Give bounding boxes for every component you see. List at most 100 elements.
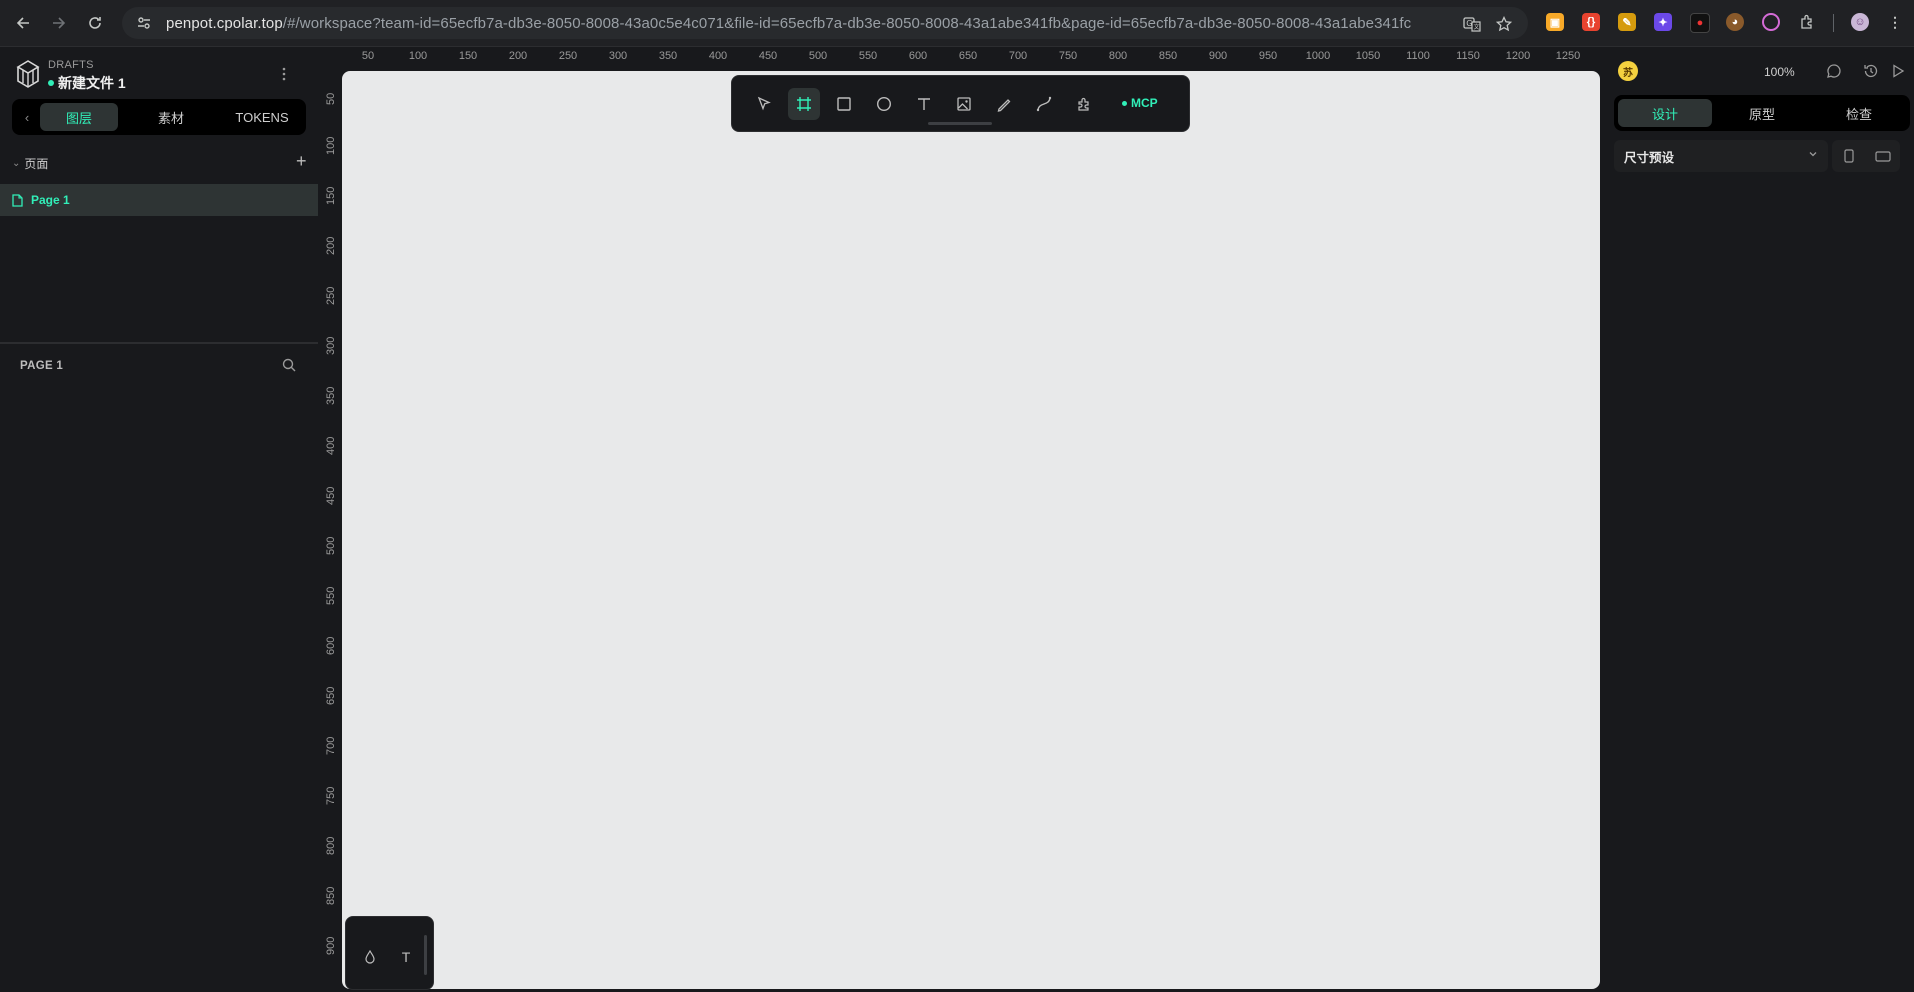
image-tool-icon[interactable] [948,88,980,120]
address-bar[interactable]: penpot.cpolar.top/#/workspace?team-id=65… [122,7,1528,39]
file-name-text: 新建文件 1 [58,75,126,91]
bookmark-star-icon[interactable] [1492,13,1516,35]
document-icon [12,193,23,207]
tab-layers[interactable]: 图层 [40,103,118,131]
design-canvas[interactable] [342,71,1600,989]
tab-design[interactable]: 设计 [1618,99,1712,127]
ruler-tick-label: 900 [325,936,337,955]
collapse-sidebar-icon[interactable]: ‹ [18,107,36,127]
landscape-icon[interactable] [1868,146,1898,166]
ruler-tick-label: 450 [325,486,337,505]
ruler-tick-label: 450 [758,50,778,62]
move-tool-icon[interactable] [748,88,780,120]
translate-icon[interactable]: G文 [1460,13,1484,35]
ruler-tick-label: 400 [708,50,728,62]
layers-section-title: PAGE 1 [20,360,64,372]
search-icon[interactable] [282,358,296,372]
play-icon[interactable] [1888,61,1908,81]
color-palette-icon[interactable] [360,947,380,967]
page-item-label: Page 1 [31,193,70,207]
ruler-tick-label: 750 [1058,50,1078,62]
chevron-down-icon: ⌄ [12,158,21,169]
ruler-tick-label: 200 [325,236,337,255]
history-icon[interactable] [1861,61,1881,81]
rectangle-tool-icon[interactable] [828,88,860,120]
extension-dot-icon[interactable]: ● [1690,13,1710,33]
ruler-tick-label: 150 [458,50,478,62]
ruler-tick-label: 600 [325,636,337,655]
ruler-tick-label: 650 [325,686,337,705]
pages-header-label: 页面 [24,157,49,171]
ruler-tick-label: 300 [325,336,337,355]
ruler-tick-label: 800 [1108,50,1128,62]
zoom-level[interactable]: 100% [1764,65,1795,79]
ruler-tick-label: 950 [1258,50,1278,62]
palette-scrollbar[interactable] [424,935,427,975]
extension-code-icon[interactable]: {} [1582,13,1600,31]
board-tool-icon[interactable] [788,88,820,120]
mcp-status[interactable]: MCP [1122,96,1158,110]
ruler-tick-label: 100 [325,136,337,155]
back-icon[interactable] [8,8,38,38]
path-tool-icon[interactable] [1028,88,1060,120]
browser-menu-icon[interactable]: ⋮ [1886,13,1904,31]
ruler-tick-label: 1050 [1355,50,1381,62]
ruler-tick-label: 200 [508,50,528,62]
ruler-tick-label: 500 [325,536,337,555]
mcp-dot [1122,100,1127,106]
ruler-tick-label: 900 [1208,50,1228,62]
ruler-tick-label: 250 [325,286,337,305]
ruler-tick-label: 300 [608,50,628,62]
ruler-tick-label: 800 [325,836,337,855]
ruler-tick-label: 250 [558,50,578,62]
extension-tool-icon[interactable]: ✎ [1618,13,1636,31]
ruler-tick-label: 1100 [1406,50,1430,62]
extension-folder-icon[interactable]: ▣ [1546,13,1564,31]
ruler-tick-label: 1200 [1505,50,1531,62]
portrait-icon[interactable] [1834,146,1864,166]
ruler-tick-label: 600 [908,50,928,62]
comments-icon[interactable] [1824,61,1844,81]
ruler-tick-label: 850 [1158,50,1178,62]
text-palette-toolbar: T [345,916,434,990]
toolbar-drag-handle[interactable] [928,122,992,125]
extensions-icon[interactable] [1798,13,1816,31]
tools-toolbar: MCP [731,75,1190,132]
plugins-icon[interactable] [1068,88,1100,120]
file-menu-icon[interactable] [282,67,286,81]
ruler-tick-label: 700 [325,736,337,755]
tab-tokens[interactable]: TOKENS [222,103,302,131]
pages-toggle[interactable]: ⌄ 页面 [12,155,48,172]
extension-ring-icon[interactable] [1762,13,1780,31]
ruler-tick-label: 400 [325,436,337,455]
forward-icon[interactable] [44,8,74,38]
right-sidebar: 苏 100% 设计 原型 检查 尺寸预设 [1602,47,1914,992]
site-info-icon[interactable] [130,15,158,31]
horizontal-ruler: 50 100 150 200 250 300 350 400 450 500 550 600 650 70… [318,47,1602,68]
size-preset-label: 尺寸预设 [1624,150,1675,165]
ruler-tick-label: 750 [325,786,337,805]
url-path: /#/workspace?team-id=65ecfb7a-db3e-8050-… [282,14,1412,32]
size-preset-select[interactable]: 尺寸预设 [1614,140,1828,172]
penpot-logo-icon[interactable] [14,57,42,89]
tab-assets[interactable]: 素材 [132,103,210,131]
url-text[interactable]: penpot.cpolar.top/#/workspace?team-id=65… [166,15,1411,32]
ellipse-tool-icon[interactable] [868,88,900,120]
reload-icon[interactable] [80,8,110,38]
page-list-item[interactable]: Page 1 [0,184,318,216]
user-avatar[interactable]: 苏 [1618,61,1638,81]
add-page-button[interactable]: + [296,151,307,172]
text-tool-icon[interactable] [908,88,940,120]
file-name[interactable]: 新建文件 1 [48,73,126,93]
curve-tool-icon[interactable] [988,88,1020,120]
extension-avatar-icon[interactable]: ◕ [1726,13,1744,31]
ruler-tick-label: 650 [958,50,978,62]
typography-icon[interactable]: T [396,947,416,967]
profile-avatar[interactable]: ☺ [1851,13,1869,31]
url-host: penpot.cpolar.top [166,14,283,32]
tab-inspect[interactable]: 检查 [1812,99,1906,127]
tab-prototype[interactable]: 原型 [1715,99,1809,127]
project-label: DRAFTS [48,59,94,71]
extension-sparkle-icon[interactable]: ✦ [1654,13,1672,31]
sidebar-resize-handle[interactable] [0,342,318,344]
